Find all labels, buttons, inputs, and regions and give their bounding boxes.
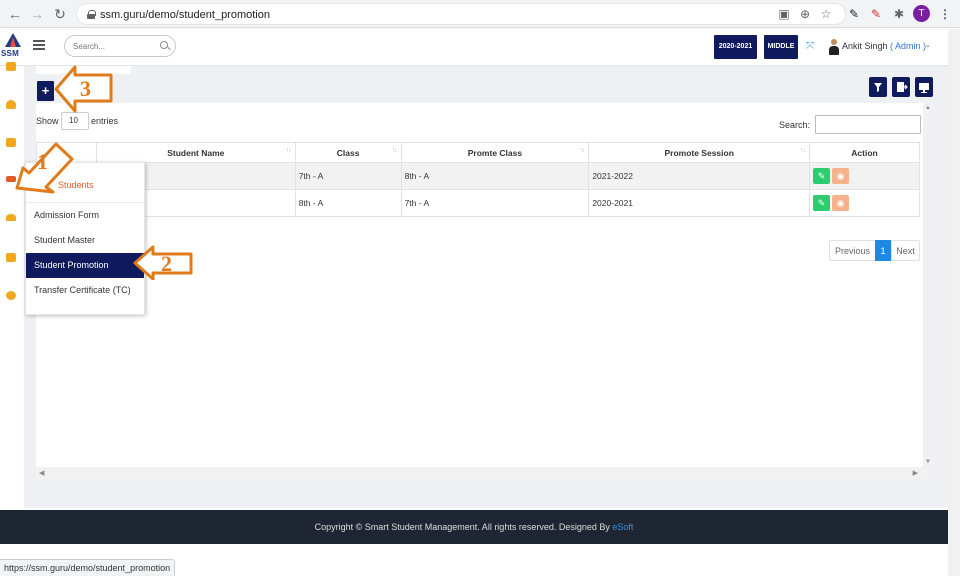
cell-action: ✎ ◉ — [809, 189, 920, 217]
menu-item-student-promotion[interactable]: Student Promotion — [26, 253, 144, 278]
chevron-down-icon[interactable]: ⌄ — [925, 41, 931, 49]
cell-action: ✎ ◉ — [809, 162, 920, 190]
cell-class: 8th - A — [294, 189, 402, 217]
filter-button[interactable] — [869, 77, 887, 97]
user-name: Ankit Singh — [842, 41, 888, 51]
sort-icon: ↑↓ — [391, 147, 398, 154]
user-role: ( Admin ) — [890, 41, 927, 51]
sidebar-bus-icon[interactable] — [6, 253, 16, 262]
scroll-up-icon: ▲ — [925, 105, 931, 111]
column-promote-class[interactable]: Promte Class ↑↓ — [400, 142, 590, 163]
footer-copyright: Copyright © Smart Student Management. Al… — [314, 522, 610, 532]
table-row: nt 2 7th - A 8th - A 2021-2022 ✎◉ — [36, 162, 920, 190]
user-avatar[interactable] — [828, 39, 839, 56]
pagination-page-1[interactable]: 1 — [875, 240, 891, 261]
zoom-icon[interactable]: ⊕ — [797, 6, 813, 22]
entries-label: entries — [91, 116, 119, 126]
column-class[interactable]: Class ↑↓ — [294, 142, 402, 163]
hamburger-menu-icon[interactable] — [33, 40, 45, 50]
session-button[interactable]: 2020-2021 — [714, 35, 757, 59]
extensions-icon[interactable]: ✱ — [891, 6, 907, 22]
sort-icon: ↑↓ — [800, 147, 806, 154]
user-menu[interactable]: Ankit Singh ( Admin ) — [842, 41, 926, 51]
scroll-right-icon: ▶ — [912, 470, 918, 477]
table-horizontal-scrollbar[interactable]: ◀ ▶ — [36, 467, 934, 480]
scroll-down-icon: ▼ — [925, 459, 931, 465]
lock-icon — [87, 10, 96, 19]
pen-icon[interactable]: ✎ — [846, 6, 862, 22]
entries-select[interactable]: 10 — [61, 112, 89, 130]
forward-icon[interactable]: → — [28, 5, 46, 23]
sidebar-fees-icon[interactable] — [6, 291, 16, 300]
column-promote-session[interactable]: Promote Session ↑↓ — [588, 142, 811, 163]
page-vertical-scrollbar[interactable] — [948, 29, 960, 576]
column-student-name[interactable]: Student Name ↑↓ — [95, 142, 296, 163]
medium-button[interactable]: MIDDLE — [764, 35, 798, 59]
annotation-number-3: 3 — [80, 76, 91, 101]
browser-menu-icon[interactable]: ⋮ — [937, 6, 953, 22]
table-search-label: Search: — [779, 120, 811, 130]
search-icon[interactable] — [160, 41, 168, 49]
show-label: Show — [36, 116, 59, 126]
url-text: ssm.guru/demo/student_promotion — [100, 9, 270, 21]
icon-sidebar — [0, 62, 25, 508]
view-icon[interactable]: ◉ — [832, 195, 850, 211]
marker-icon[interactable]: ✎ — [868, 6, 884, 22]
menu-item-admission-form[interactable]: Admission Form — [26, 203, 144, 228]
sort-icon: ↑↓ — [579, 147, 585, 154]
annotation-number-1: 1 — [37, 149, 48, 174]
table-row: nt 2 8th - A 7th - A 2020-2021 ✎◉ — [36, 189, 920, 217]
pagination-next[interactable]: Next — [891, 240, 920, 261]
edit-icon[interactable]: ✎ — [813, 195, 831, 211]
reload-icon[interactable]: ↻ — [51, 5, 69, 23]
global-search-input[interactable] — [73, 40, 161, 53]
pagination-previous[interactable]: Previous — [829, 240, 876, 261]
cast-icon[interactable]: ▣ — [776, 6, 792, 22]
view-icon[interactable]: ◉ — [832, 168, 850, 184]
monitor-button[interactable] — [915, 77, 933, 97]
browser-toolbar: ← → ↻ ssm.guru/demo/student_promotion ▣ … — [0, 0, 960, 28]
edit-icon[interactable]: ✎ — [813, 168, 831, 184]
column-action: Action — [809, 142, 920, 163]
cell-promote-class: 7th - A — [400, 189, 590, 217]
filter-icon — [874, 83, 882, 92]
scroll-left-icon: ◀ — [39, 470, 45, 477]
cell-promote-class: 8th - A — [400, 162, 590, 190]
cell-promote-session: 2021-2022 — [588, 162, 811, 190]
table-search-input[interactable] — [815, 115, 921, 134]
promotion-table: Student Name ↑↓ Class ↑↓ Promte Class ↑↓ Pr… — [36, 142, 920, 217]
sidebar-bag-icon[interactable] — [6, 100, 16, 109]
annotation-number-2: 2 — [161, 251, 172, 276]
footer-brand-link[interactable]: eSoft — [612, 522, 633, 532]
sidebar-graduation-icon[interactable] — [6, 214, 16, 221]
cell-promote-session: 2020-2021 — [588, 189, 811, 217]
table-vertical-scrollbar[interactable]: ▲ ▼ — [923, 103, 934, 467]
add-button[interactable]: + — [37, 81, 54, 101]
fullscreen-icon[interactable]: ⤧ — [806, 42, 815, 52]
export-button[interactable] — [892, 77, 910, 97]
profile-avatar[interactable]: T — [913, 5, 930, 22]
sort-icon: ↑↓ — [285, 147, 292, 154]
back-icon[interactable]: ← — [6, 5, 24, 23]
cell-class: 7th - A — [294, 162, 402, 190]
app-header: SSM 2020-2021 MIDDLE ⤧ Ankit Singh ( Adm… — [0, 29, 948, 66]
status-bar-url: https://ssm.guru/demo/student_promotion — [0, 559, 176, 576]
global-search[interactable] — [64, 35, 176, 57]
menu-item-transfer-certificate[interactable]: Transfer Certificate (TC) — [26, 278, 144, 303]
sidebar-dashboard-icon[interactable] — [6, 62, 16, 71]
address-bar[interactable]: ssm.guru/demo/student_promotion — [76, 3, 846, 25]
page-footer: Copyright © Smart Student Management. Al… — [0, 510, 948, 544]
ssm-logo[interactable]: SSM — [1, 33, 25, 63]
monitor-icon — [919, 83, 929, 93]
menu-item-student-master[interactable]: Student Master — [26, 228, 144, 253]
export-icon — [897, 82, 908, 92]
bookmark-star-icon[interactable]: ☆ — [818, 6, 834, 22]
